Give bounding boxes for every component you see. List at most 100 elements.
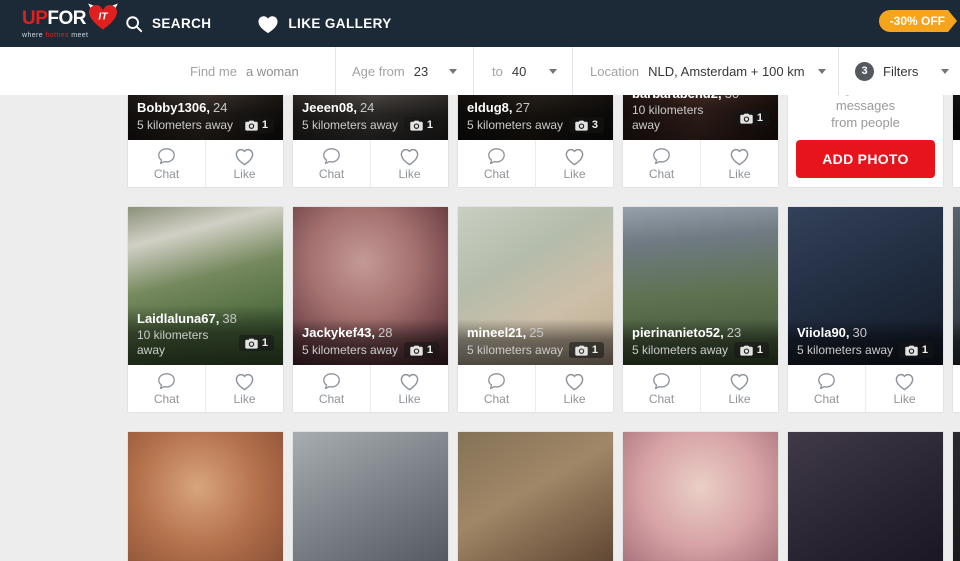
profile-name: Laidlaluna67, <box>137 311 219 326</box>
profile-photo[interactable]: Jackykef43,28 5 kilometers away 1 <box>293 207 448 365</box>
profile-photo[interactable] <box>953 432 960 561</box>
like-label: Like <box>398 393 420 406</box>
chat-button[interactable]: Chat <box>788 365 866 412</box>
profile-photo[interactable]: L 1 <box>953 207 960 365</box>
profile-photo[interactable]: Jeeen08,24 5 kilometers away 1 <box>293 95 448 140</box>
heart-outline-icon <box>563 371 586 392</box>
nav-like-gallery[interactable]: LIKE GALLERY <box>257 14 391 34</box>
like-button[interactable]: Like <box>701 365 778 412</box>
chat-button[interactable]: Chat <box>293 140 371 187</box>
profile-photo[interactable]: Bobby1306,24 5 kilometers away 1 <box>128 95 283 140</box>
like-button[interactable]: Like <box>206 365 283 412</box>
chat-button[interactable]: Chat <box>128 140 206 187</box>
top-nav: UPFOR IT where hotties meet SEARCH LIKE … <box>0 0 960 47</box>
nav-search-label: SEARCH <box>152 16 211 31</box>
devil-heart-icon: IT <box>87 3 119 31</box>
photo-count-badge: 1 <box>734 110 769 126</box>
chevron-down-icon <box>941 69 949 74</box>
photo-count-badge: 1 <box>239 117 274 133</box>
chat-label: Chat <box>319 168 344 181</box>
age-to-label: to <box>492 64 503 79</box>
chat-button[interactable]: Chat <box>293 365 371 412</box>
heart-outline-icon <box>893 371 916 392</box>
chevron-down-icon <box>549 69 557 74</box>
chat-icon <box>485 371 508 392</box>
chat-button[interactable]: Chat <box>953 140 960 187</box>
profile-distance: 5 kilometers away <box>137 118 233 133</box>
card-actions: Chat Like <box>128 365 283 412</box>
profile-photo[interactable]: carolakarz5,24 <box>293 432 448 561</box>
card-actions: Chat Like <box>953 140 960 187</box>
profile-distance: 5 kilometers away <box>467 118 563 133</box>
chat-button[interactable]: Chat <box>458 140 536 187</box>
chat-button[interactable]: Chat <box>458 365 536 412</box>
like-button[interactable]: Like <box>206 140 283 187</box>
filters-dropdown[interactable]: 3 Filters <box>855 47 949 95</box>
photo-count-value: 1 <box>757 344 763 356</box>
chat-button[interactable]: Chat <box>623 140 701 187</box>
profile-card: maisiebekk59,24 Chat Like <box>458 432 613 561</box>
like-button[interactable]: Like <box>371 365 448 412</box>
chat-button[interactable]: Chat <box>953 365 960 412</box>
chat-button[interactable]: Chat <box>128 365 206 412</box>
like-button[interactable]: Like <box>371 140 448 187</box>
like-button[interactable]: Like <box>536 140 613 187</box>
add-photo-button[interactable]: ADD PHOTO <box>796 140 935 178</box>
age-to-dropdown[interactable]: to 40 <box>492 47 557 95</box>
location-dropdown[interactable]: Location NLD, Amsterdam + 100 km <box>590 47 826 95</box>
nav-search[interactable]: SEARCH <box>125 15 211 33</box>
profile-photo[interactable]: Laidlaluna67,38 10 kilometers away 1 <box>128 207 283 365</box>
photo-count-badge: 3 <box>569 117 604 133</box>
chat-icon <box>485 146 508 167</box>
like-button[interactable]: Like <box>866 365 943 412</box>
card-actions: Chat Like <box>128 140 283 187</box>
like-button[interactable]: Like <box>536 365 613 412</box>
profile-distance: 5 kilometers away <box>302 118 398 133</box>
profile-card: barbarabend2,30 10 kilometers away 1 Cha… <box>623 95 778 187</box>
chat-icon <box>155 146 178 167</box>
promo-text: and get x5 more messages from people <box>792 95 939 131</box>
chat-icon <box>320 371 343 392</box>
profile-info-plate: barbarabend2,30 10 kilometers away 1 <box>623 95 778 140</box>
chevron-down-icon <box>818 69 826 74</box>
photo-count-badge: 1 <box>569 342 604 358</box>
profile-card: Jackykef43,28 5 kilometers away 1 Chat L… <box>293 207 448 412</box>
profile-age: 24 <box>213 100 227 115</box>
profile-photo[interactable]: Viiola90,30 5 kilometers away 1 <box>788 207 943 365</box>
profile-distance: 5 kilometers away <box>632 343 728 358</box>
profile-name: barbarabend2, <box>632 95 722 101</box>
like-label: Like <box>728 393 750 406</box>
camera-icon <box>410 345 423 356</box>
age-from-dropdown[interactable]: Age from 23 <box>352 47 457 95</box>
profile-photo[interactable]: grea10,27 <box>788 432 943 561</box>
profile-age: 30 <box>853 325 867 340</box>
photo-count-badge: 1 <box>899 342 934 358</box>
profile-name: pierinanieto52, <box>632 325 724 340</box>
profile-photo[interactable]: barbarabend2,30 10 kilometers away 1 <box>623 95 778 140</box>
discount-badge[interactable]: -30% OFF <box>879 10 948 32</box>
like-button[interactable]: Like <box>701 140 778 187</box>
site-logo[interactable]: UPFOR IT where hotties meet <box>22 4 122 39</box>
promo-text-line1: and get x5 more messages <box>792 95 939 114</box>
like-label: Like <box>728 168 750 181</box>
chat-button[interactable]: Chat <box>623 365 701 412</box>
profile-photo[interactable]: kimb52,27 <box>623 432 778 561</box>
chat-label: Chat <box>484 393 509 406</box>
camera-icon <box>905 345 918 356</box>
profile-photo[interactable]: nerwanerw86,25 <box>128 432 283 561</box>
chevron-down-icon <box>449 69 457 74</box>
profile-age: 24 <box>360 100 374 115</box>
profile-photo[interactable]: P B <box>953 95 960 140</box>
profile-photo[interactable]: eldug8,27 5 kilometers away 3 <box>458 95 613 140</box>
profile-name: Jackykef43, <box>302 325 375 340</box>
profile-photo[interactable]: maisiebekk59,24 <box>458 432 613 561</box>
profile-name: Viiola90, <box>797 325 850 340</box>
profile-photo[interactable]: pierinanieto52,23 5 kilometers away 1 <box>623 207 778 365</box>
profile-name: eldug8, <box>467 100 513 115</box>
profile-photo[interactable]: mineel21,25 5 kilometers away 1 <box>458 207 613 365</box>
chat-icon <box>815 371 838 392</box>
location-value: NLD, Amsterdam + 100 km <box>648 64 804 79</box>
card-actions: Chat Like <box>293 365 448 412</box>
camera-icon <box>575 345 588 356</box>
find-me-dropdown[interactable]: Find me a woman <box>190 47 299 95</box>
